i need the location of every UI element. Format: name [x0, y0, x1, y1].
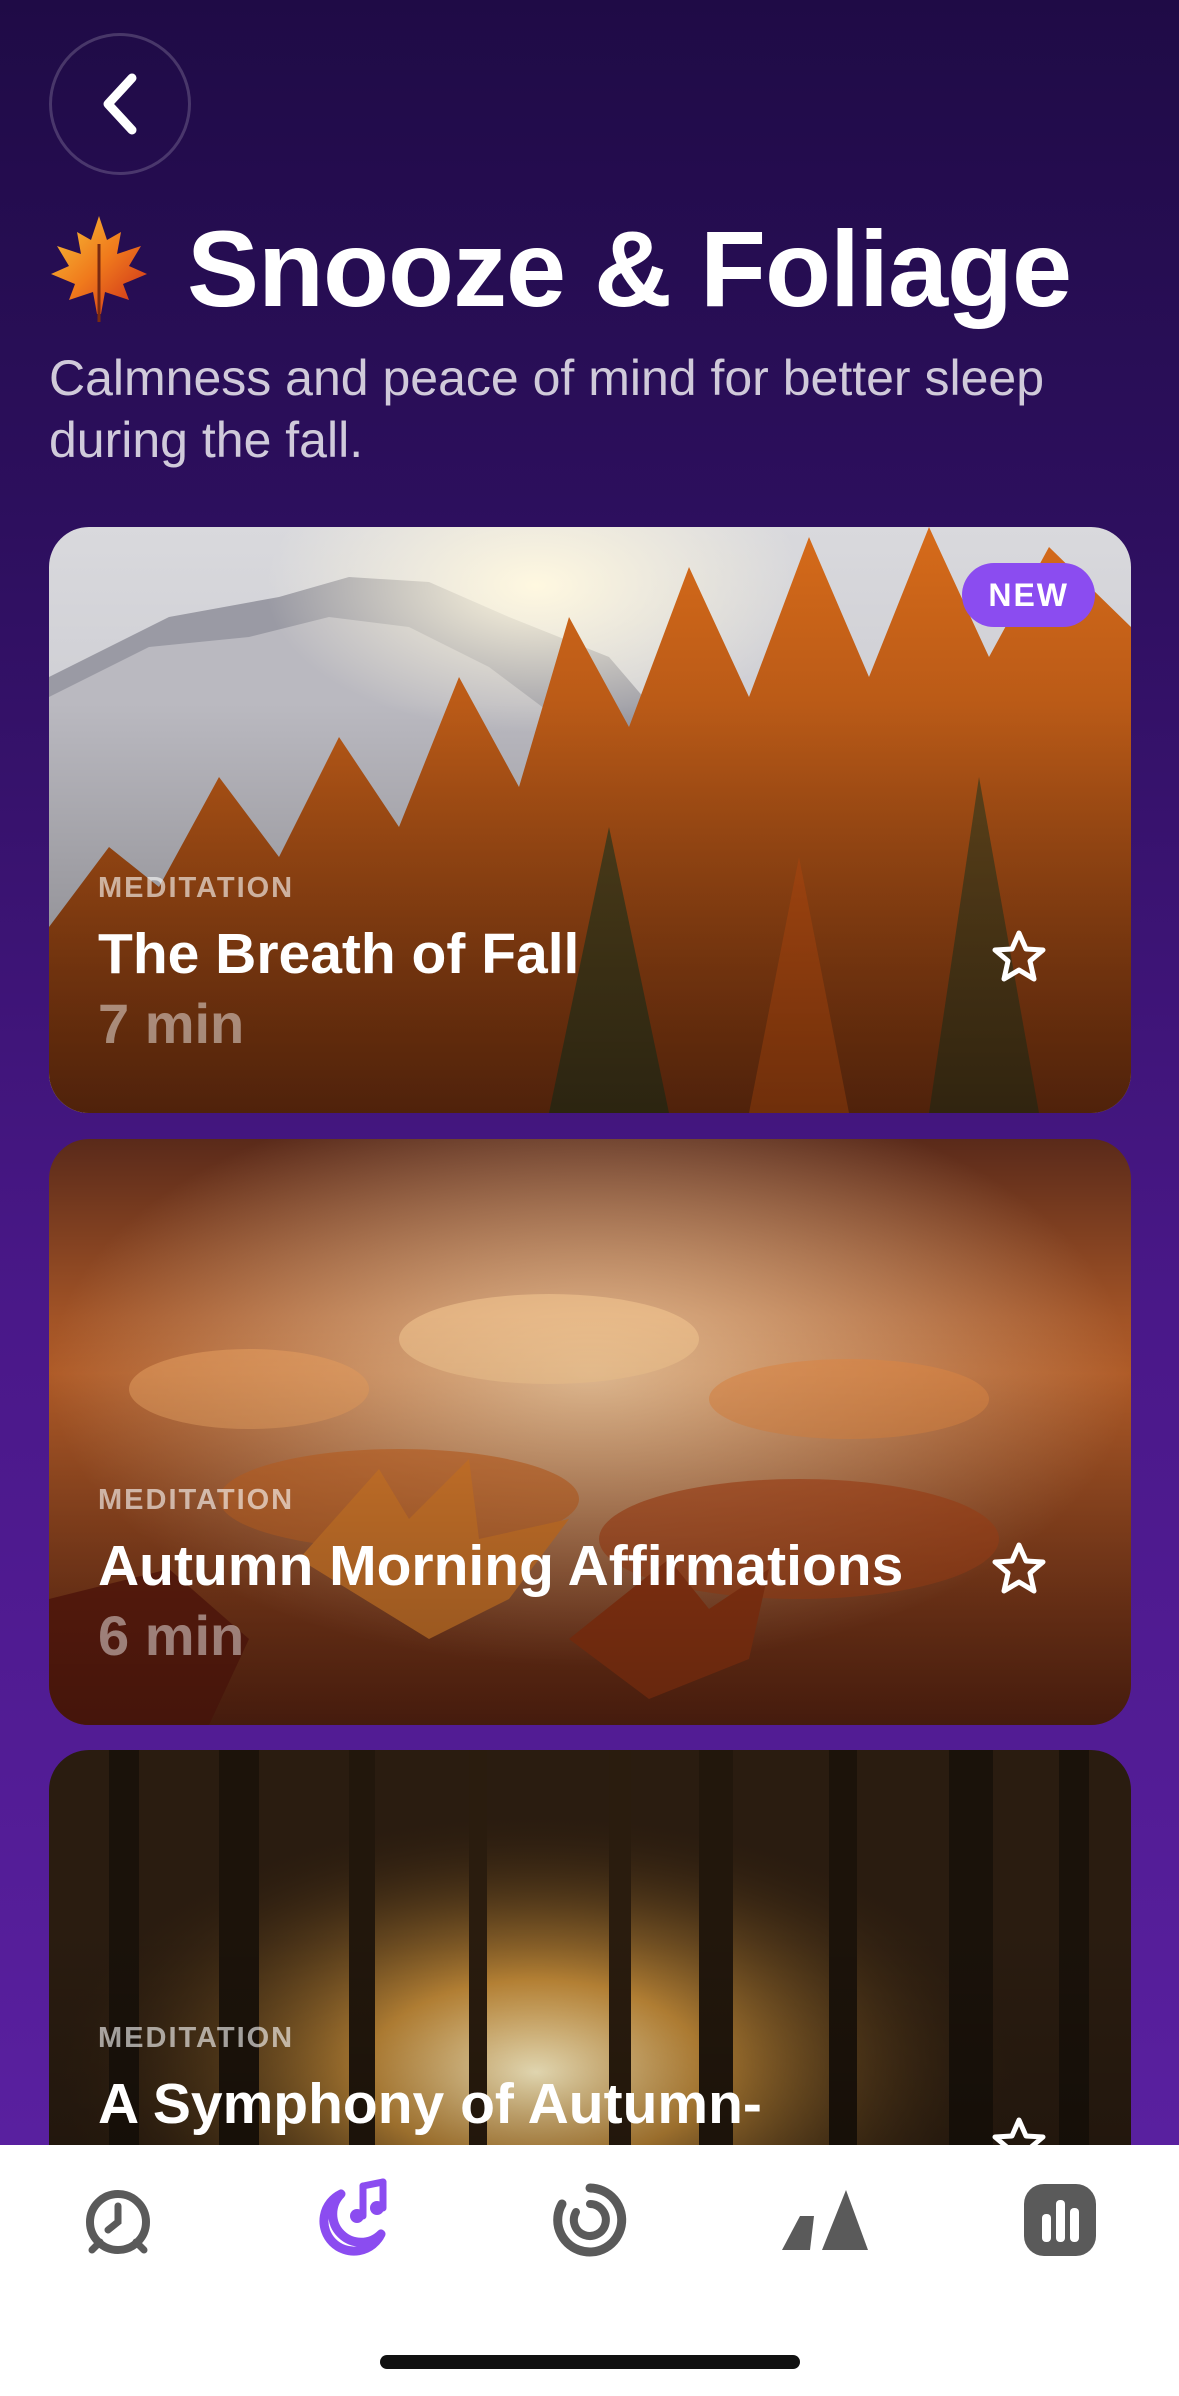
card-category: MEDITATION [98, 2022, 295, 2054]
tab-journey[interactable] [780, 2175, 870, 2265]
card-title: Autumn Morning Affirmations [98, 1534, 904, 1598]
tab-sleep-sounds[interactable] [308, 2175, 398, 2265]
alarm-clock-icon [86, 2190, 150, 2254]
tab-alarm[interactable] [73, 2175, 163, 2265]
back-button[interactable] [49, 33, 191, 175]
page-title: Snooze & Foliage [187, 208, 1072, 329]
card-category: MEDITATION [98, 1484, 295, 1516]
card-title: The Breath of Fall [98, 922, 580, 986]
card-info: MEDITATION A Symphony of Autumn- [98, 2022, 762, 2139]
progress-ring-icon [553, 2183, 627, 2257]
stats-icon [1024, 2184, 1096, 2256]
home-indicator[interactable] [380, 2355, 800, 2369]
card-category: MEDITATION [98, 872, 295, 904]
mountains-icon [782, 2190, 868, 2250]
page-header: Snooze & Foliage Calmness and peace of m… [49, 205, 1139, 471]
tab-progress[interactable] [545, 2175, 635, 2265]
meditation-card[interactable]: NEW MEDITATION The Breath of Fall 7 min [49, 527, 1131, 1113]
card-title: A Symphony of Autumn- [98, 2072, 762, 2136]
tab-statistics[interactable] [1015, 2175, 1105, 2265]
card-duration: 7 min [98, 992, 245, 1055]
meditation-card[interactable]: MEDITATION Autumn Morning Affirmations 6… [49, 1139, 1131, 1725]
card-info: MEDITATION The Breath of Fall 7 min [98, 872, 579, 1059]
card-duration: 6 min [98, 1604, 245, 1667]
star-icon[interactable] [991, 1541, 1047, 1597]
card-info: MEDITATION Autumn Morning Affirmations 6… [98, 1484, 903, 1671]
chevron-left-icon [103, 73, 137, 135]
star-icon[interactable] [991, 929, 1047, 985]
moon-sound-icon [319, 2178, 387, 2256]
page-subtitle: Calmness and peace of mind for better sl… [49, 350, 1044, 468]
maple-leaf-icon [51, 216, 147, 322]
new-badge: NEW [962, 563, 1095, 627]
